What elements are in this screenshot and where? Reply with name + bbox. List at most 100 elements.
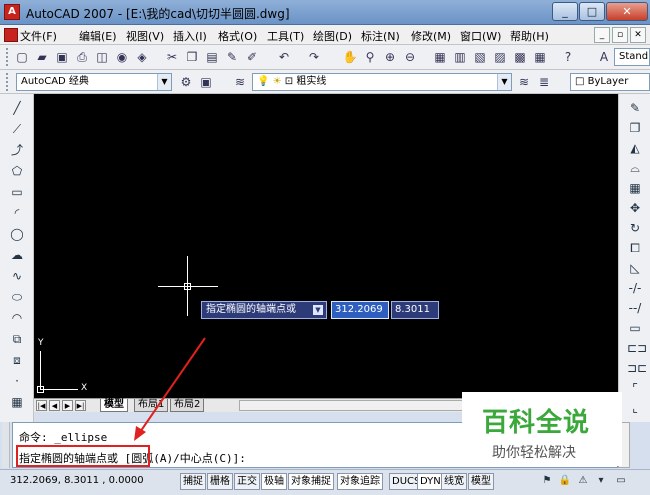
plot-icon[interactable]: ⎙ — [74, 49, 90, 65]
new-file-icon[interactable]: ▢ — [14, 49, 30, 65]
layer-dropdown[interactable]: 💡 ☀ ⊡ 粗实线 ▼ — [252, 73, 512, 91]
ortho-toggle[interactable]: 正交 — [234, 473, 260, 490]
lineweight-toggle[interactable]: 线宽 — [441, 473, 467, 490]
drawing-canvas[interactable]: 指定椭圆的轴端点或 ▼ 312.2069 8.3011 Y X — [34, 94, 618, 398]
tab-layout2[interactable]: 布局2 — [170, 399, 205, 412]
hatch-icon[interactable]: ▦ — [9, 394, 25, 410]
menu-insert[interactable]: 插入(I) — [173, 28, 207, 44]
minimize-button[interactable]: _ — [552, 2, 578, 21]
properties-icon[interactable]: ▦ — [432, 49, 448, 65]
polygon-icon[interactable]: ⬠ — [9, 163, 25, 179]
offset-icon[interactable]: ⌓ — [627, 160, 643, 176]
chevron-down-icon[interactable]: ▼ — [313, 305, 323, 315]
match-properties-icon[interactable]: ✎ — [224, 49, 240, 65]
help-icon[interactable]: ? — [560, 49, 576, 65]
open-file-icon[interactable]: ▰ — [34, 49, 50, 65]
sheet-set-icon[interactable]: ▨ — [492, 49, 508, 65]
maximize-button[interactable]: □ — [579, 2, 605, 21]
trim-icon[interactable]: -/- — [627, 280, 643, 296]
coordinates-readout[interactable]: 312.2069, 8.3011 , 0.0000 — [10, 475, 144, 486]
chamfer-icon[interactable]: ⌜ — [627, 380, 643, 396]
rotate-icon[interactable]: ↻ — [627, 220, 643, 236]
chevron-down-icon[interactable]: ▼ — [497, 74, 511, 90]
text-style-dropdown[interactable]: Stand — [614, 48, 650, 66]
design-center-icon[interactable]: ▥ — [452, 49, 468, 65]
workspace-settings-icon[interactable]: ⚙ — [178, 74, 194, 90]
drawing-document-icon[interactable] — [4, 28, 18, 42]
save-workspace-icon[interactable]: ▣ — [198, 74, 214, 90]
grid-toggle[interactable]: 栅格 — [207, 473, 233, 490]
communication-center-icon[interactable]: ⚑ — [540, 474, 554, 488]
tab-model[interactable]: 模型 — [100, 399, 128, 412]
scale-icon[interactable]: ⧠ — [627, 240, 643, 256]
break-icon[interactable]: ⊏⊐ — [627, 340, 647, 356]
dynamic-y-input[interactable]: 8.3011 — [391, 301, 439, 319]
child-minimize-button[interactable]: _ — [594, 27, 610, 43]
menu-draw[interactable]: 绘图(D) — [313, 28, 352, 44]
annotation-scale-icon[interactable]: ⚠ — [576, 474, 590, 488]
workspace-dropdown[interactable]: AutoCAD 经典 ▼ — [16, 73, 172, 91]
cut-icon[interactable]: ✂ — [164, 49, 180, 65]
make-layer-current-icon[interactable]: ≋ — [516, 74, 532, 90]
rectangle-icon[interactable]: ▭ — [9, 184, 25, 200]
tool-palettes-icon[interactable]: ▧ — [472, 49, 488, 65]
ellipse-arc-icon[interactable]: ◠ — [9, 310, 25, 326]
mirror-icon[interactable]: ◭ — [627, 140, 643, 156]
save-icon[interactable]: ▣ — [54, 49, 70, 65]
move-icon[interactable]: ✥ — [627, 200, 643, 216]
menu-help[interactable]: 帮助(H) — [510, 28, 549, 44]
make-block-icon[interactable]: ⧈ — [9, 352, 25, 368]
model-toggle[interactable]: 模型 — [468, 473, 494, 490]
ellipse-icon[interactable]: ⬭ — [9, 289, 25, 305]
child-close-button[interactable]: ✕ — [630, 27, 646, 43]
previous-tab-icon[interactable]: ◀ — [49, 400, 60, 411]
chevron-down-icon[interactable]: ▼ — [157, 74, 171, 90]
menu-view[interactable]: 视图(V) — [126, 28, 164, 44]
layer-manager-icon[interactable]: ≋ — [232, 74, 248, 90]
menu-dimension[interactable]: 标注(N) — [361, 28, 400, 44]
clean-screen-icon[interactable]: ▭ — [614, 474, 628, 488]
menu-edit[interactable]: 编辑(E) — [79, 28, 117, 44]
undo-icon[interactable]: ↶ — [276, 49, 292, 65]
point-icon[interactable]: · — [9, 373, 25, 389]
markup-icon[interactable]: ▩ — [512, 49, 528, 65]
zoom-window-icon[interactable]: ⊕ — [382, 49, 398, 65]
pan-icon[interactable]: ✋ — [342, 49, 358, 65]
menu-tools[interactable]: 工具(T) — [267, 28, 304, 44]
otrack-toggle[interactable]: 对象追踪 — [337, 473, 383, 490]
line-icon[interactable]: ╱ — [9, 100, 25, 116]
snap-toggle[interactable]: 捕捉 — [180, 473, 206, 490]
copy-icon[interactable]: ❐ — [184, 49, 200, 65]
status-menu-icon[interactable]: ▾ — [594, 474, 608, 488]
revision-cloud-icon[interactable]: ☁ — [9, 247, 25, 263]
polar-toggle[interactable]: 极轴 — [261, 473, 287, 490]
tab-layout1[interactable]: 布局1 — [134, 399, 169, 412]
lock-toolbar-icon[interactable]: 🔒 — [558, 474, 572, 488]
paste-icon[interactable]: ▤ — [204, 49, 220, 65]
zoom-realtime-icon[interactable]: ⚲ — [362, 49, 378, 65]
layer-previous-icon[interactable]: ≣ — [536, 74, 552, 90]
next-tab-icon[interactable]: ▶ — [62, 400, 73, 411]
zoom-previous-icon[interactable]: ⊖ — [402, 49, 418, 65]
toolbar-grip[interactable] — [6, 48, 9, 66]
dynamic-x-input[interactable]: 312.2069 — [331, 301, 389, 319]
block-editor-icon[interactable]: ✐ — [244, 49, 260, 65]
erase-icon[interactable]: ✎ — [627, 100, 643, 116]
polyline-icon[interactable]: ⤴ — [9, 142, 25, 158]
stretch-icon[interactable]: ◺ — [627, 260, 643, 276]
copy-object-icon[interactable]: ❐ — [627, 120, 643, 136]
first-tab-icon[interactable]: |◀ — [36, 400, 47, 411]
menu-window[interactable]: 窗口(W) — [460, 28, 501, 44]
dyn-toggle[interactable]: DYN — [417, 473, 444, 490]
command-window-grip[interactable] — [2, 422, 10, 468]
menu-modify[interactable]: 修改(M) — [411, 28, 451, 44]
redo-icon[interactable]: ↷ — [306, 49, 322, 65]
text-style-icon[interactable]: A — [596, 49, 612, 65]
close-button[interactable]: ✕ — [606, 2, 648, 21]
child-restore-button[interactable]: ▫ — [612, 27, 628, 43]
join-icon[interactable]: ⊐⊏ — [627, 360, 647, 376]
extend-icon[interactable]: --/ — [627, 300, 643, 316]
menu-file[interactable]: 文件(F) — [20, 28, 57, 44]
arc-icon[interactable]: ◜ — [9, 205, 25, 221]
publish-icon[interactable]: ◉ — [114, 49, 130, 65]
